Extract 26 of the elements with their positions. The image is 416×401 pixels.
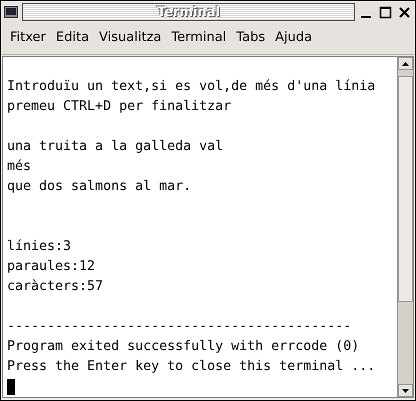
- terminal-line: més: [7, 158, 32, 176]
- scroll-up-icon[interactable]: [398, 57, 413, 70]
- terminal-line: Program exited successfully with errcode (0): [7, 338, 360, 356]
- text-cursor: [7, 379, 15, 395]
- terminal-line: -------------------------------------------: [7, 318, 352, 336]
- terminal-line: Introduïu un text,si es vol,de més d'una línia: [7, 78, 376, 96]
- terminal-line: premeu CTRL+D per finalitzar: [7, 98, 232, 116]
- terminal-icon[interactable]: [4, 6, 18, 18]
- menu-item[interactable]: Ajuda: [270, 26, 318, 49]
- terminal-line: una truita a la galleda val: [7, 138, 224, 156]
- maximize-icon[interactable]: [378, 4, 393, 20]
- scrollbar-thumb[interactable]: [398, 76, 413, 302]
- terminal-line: Press the Enter key to close this terminal ...: [7, 358, 376, 376]
- menu-item[interactable]: Visualitza: [94, 26, 166, 49]
- terminal-line: que dos salmons al mar.: [7, 178, 192, 196]
- scrollbar[interactable]: [397, 57, 413, 397]
- menu-item[interactable]: Edita: [50, 26, 94, 49]
- menu-item[interactable]: Fitxer: [5, 26, 51, 49]
- terminal-line: caràcters:57: [7, 278, 104, 296]
- menu-item[interactable]: Terminal: [166, 26, 232, 49]
- terminal-line: paraules:12: [7, 258, 96, 276]
- terminal-line: línies:3: [7, 238, 72, 256]
- close-icon[interactable]: [397, 4, 412, 20]
- scroll-down-icon[interactable]: [398, 384, 413, 397]
- menu-item[interactable]: Tabs: [231, 26, 270, 49]
- window-title: Terminal: [22, 3, 355, 21]
